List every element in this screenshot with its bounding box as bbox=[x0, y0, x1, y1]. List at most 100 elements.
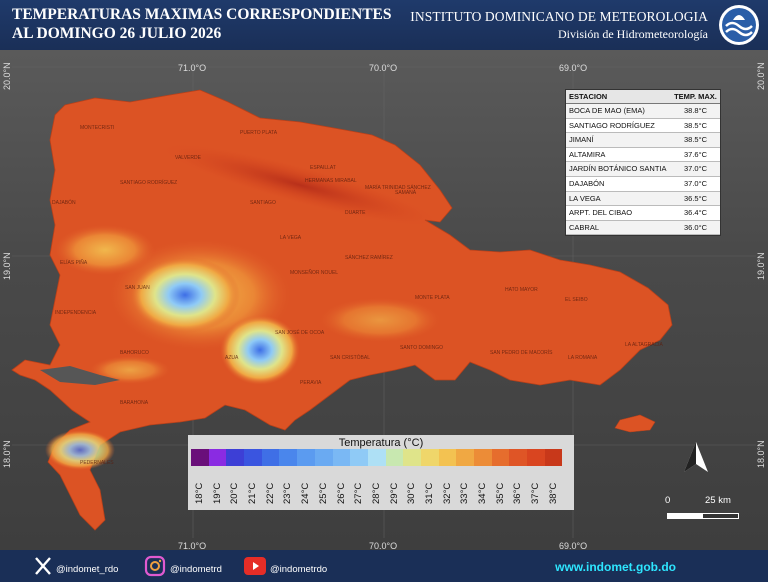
max-temp-station-table: ESTACION TEMP. MAX. BOCA DE MAO (EMA) 38.… bbox=[565, 89, 721, 237]
indomet-logo-icon bbox=[719, 5, 759, 45]
table-row: ALTAMIRA 37.6°C bbox=[566, 148, 720, 163]
province-label: LA VEGA bbox=[280, 235, 302, 241]
province-label: INDEPENDENCIA bbox=[55, 310, 97, 316]
legend-tick: 37°C bbox=[527, 468, 545, 508]
legend-swatch bbox=[527, 449, 545, 466]
province-label: MONTE PLATA bbox=[415, 295, 450, 301]
legend-swatch bbox=[474, 449, 492, 466]
map-title: TEMPERATURAS MAXIMAS CORRESPONDIENTES AL… bbox=[12, 5, 392, 43]
legend-ticks: 18°C 19°C 20°C 21°C 22°C 23°C 24°C 25°C 26°C 27°C… bbox=[191, 468, 562, 508]
legend-tick-label: 37°C bbox=[530, 482, 542, 504]
legend-swatch bbox=[279, 449, 298, 466]
station-temp: 37.6°C bbox=[683, 149, 707, 159]
legend-tick: 30°C bbox=[403, 468, 421, 508]
lat-label-right-1: 20.0°N bbox=[756, 62, 766, 90]
scale-label: 25 km bbox=[705, 495, 731, 506]
station-name: DAJABÓN bbox=[569, 178, 605, 188]
station-temp: 36.5°C bbox=[683, 193, 707, 203]
legend-tick: 20°C bbox=[226, 468, 244, 508]
lat-label-left-3: 18.0°N bbox=[2, 440, 12, 468]
institute-name: INSTITUTO DOMINICANO DE METEOROLOGIA bbox=[410, 9, 708, 24]
title-line-1: TEMPERATURAS MAXIMAS CORRESPONDIENTES bbox=[12, 6, 392, 23]
station-temp: 36.4°C bbox=[683, 208, 707, 218]
legend-tick: 29°C bbox=[386, 468, 404, 508]
legend-tick-label: 38°C bbox=[547, 482, 559, 504]
legend-swatch bbox=[509, 449, 528, 466]
table-header: ESTACION TEMP. MAX. bbox=[566, 90, 720, 104]
table-row: BOCA DE MAO (EMA) 38.8°C bbox=[566, 104, 720, 119]
legend-tick-label: 22°C bbox=[264, 482, 276, 504]
legend-swatch bbox=[191, 449, 209, 466]
station-temp: 37.0°C bbox=[683, 178, 707, 188]
instagram-handle[interactable]: @indometrd bbox=[170, 564, 222, 575]
legend-tick-label: 32°C bbox=[441, 482, 453, 504]
saona-island bbox=[614, 414, 656, 433]
title-line-2: AL DOMINGO 26 JULIO 2026 bbox=[12, 25, 222, 42]
legend-tick: 21°C bbox=[244, 468, 262, 508]
legend-swatch bbox=[367, 449, 386, 466]
lat-label-right-2: 19.0°N bbox=[756, 252, 766, 280]
legend-swatch bbox=[297, 449, 315, 466]
youtube-icon[interactable] bbox=[244, 557, 266, 575]
legend-tick-label: 35°C bbox=[494, 482, 506, 504]
province-label: SAN CRISTÓBAL bbox=[330, 355, 371, 361]
lat-label-right-3: 18.0°N bbox=[756, 440, 766, 468]
station-name: BOCA DE MAO (EMA) bbox=[569, 106, 645, 115]
legend-tick-label: 19°C bbox=[211, 482, 223, 504]
legend-swatch bbox=[491, 449, 510, 466]
legend-tick-label: 31°C bbox=[423, 482, 435, 504]
province-label: HERMANAS MIRABAL bbox=[305, 178, 357, 184]
province-label: LA ALTAGRACIA bbox=[625, 342, 663, 348]
north-arrow-icon bbox=[684, 442, 708, 472]
province-label: DAJABÓN bbox=[52, 200, 76, 206]
temperature-legend: Temperatura (°C) 18°C 19°C 20°C 21°C 22°C 23°… bbox=[188, 435, 574, 510]
legend-swatch bbox=[456, 449, 474, 466]
province-label: EL SEIBO bbox=[565, 297, 588, 303]
province-label: VALVERDE bbox=[175, 155, 201, 161]
province-label: PUERTO PLATA bbox=[240, 130, 278, 136]
legend-tick: 33°C bbox=[456, 468, 474, 508]
province-label: LA ROMANA bbox=[568, 355, 598, 361]
header-temp: TEMP. MAX. bbox=[674, 92, 717, 101]
province-label: SÁNCHEZ RAMÍREZ bbox=[345, 255, 393, 261]
legend-tick: 36°C bbox=[509, 468, 527, 508]
station-name: ALTAMIRA bbox=[569, 149, 606, 159]
station-name: ARPT. DEL CIBAO bbox=[569, 208, 633, 218]
province-label: BARAHONA bbox=[120, 400, 149, 406]
header-station: ESTACION bbox=[569, 92, 608, 101]
website-link[interactable]: www.indomet.gob.do bbox=[555, 560, 676, 574]
province-label: BAHORUCO bbox=[120, 350, 149, 356]
station-temp: 38.5°C bbox=[683, 135, 707, 145]
province-label: SANTO DOMINGO bbox=[400, 345, 443, 351]
legend-tick-label: 30°C bbox=[406, 482, 418, 504]
lon-label-top-3: 69.0°O bbox=[559, 63, 588, 73]
x-handle[interactable]: @indomet_rdo bbox=[56, 564, 118, 575]
province-label: MONSEÑOR NOUEL bbox=[290, 270, 339, 276]
station-name: SANTIAGO RODRÍGUEZ bbox=[569, 120, 655, 130]
station-temp: 36.0°C bbox=[683, 222, 707, 232]
legend-tick: 24°C bbox=[297, 468, 315, 508]
legend-tick: 27°C bbox=[350, 468, 368, 508]
province-label: AZUA bbox=[225, 355, 239, 361]
legend-tick-label: 21°C bbox=[247, 482, 259, 504]
legend-tick: 34°C bbox=[474, 468, 492, 508]
legend-tick: 32°C bbox=[439, 468, 457, 508]
instagram-icon[interactable] bbox=[144, 555, 166, 577]
legend-tick-label: 26°C bbox=[335, 482, 347, 504]
legend-swatch bbox=[403, 449, 421, 466]
legend-tick-label: 34°C bbox=[477, 482, 488, 504]
province-label: MONTECRISTI bbox=[80, 125, 115, 131]
youtube-handle[interactable]: @indometrdo bbox=[270, 564, 327, 575]
legend-tick-label: 33°C bbox=[459, 482, 471, 504]
station-temp: 37.0°C bbox=[683, 164, 707, 174]
legend-swatch bbox=[314, 449, 333, 466]
table-row: JIMANÍ 38.5°C bbox=[566, 133, 720, 148]
lat-label-left-1: 20.0°N bbox=[2, 62, 12, 90]
province-label: SAN JOSÉ DE OCOA bbox=[275, 330, 325, 336]
division-name: División de Hidrometeorología bbox=[558, 27, 708, 41]
legend-title: Temperatura (°C) bbox=[338, 437, 424, 449]
province-label: HATO MAYOR bbox=[505, 287, 538, 293]
province-label: SANTIAGO RODRÍGUEZ bbox=[120, 180, 178, 186]
x-twitter-icon[interactable] bbox=[32, 555, 54, 577]
legend-tick: 38°C bbox=[545, 468, 563, 508]
